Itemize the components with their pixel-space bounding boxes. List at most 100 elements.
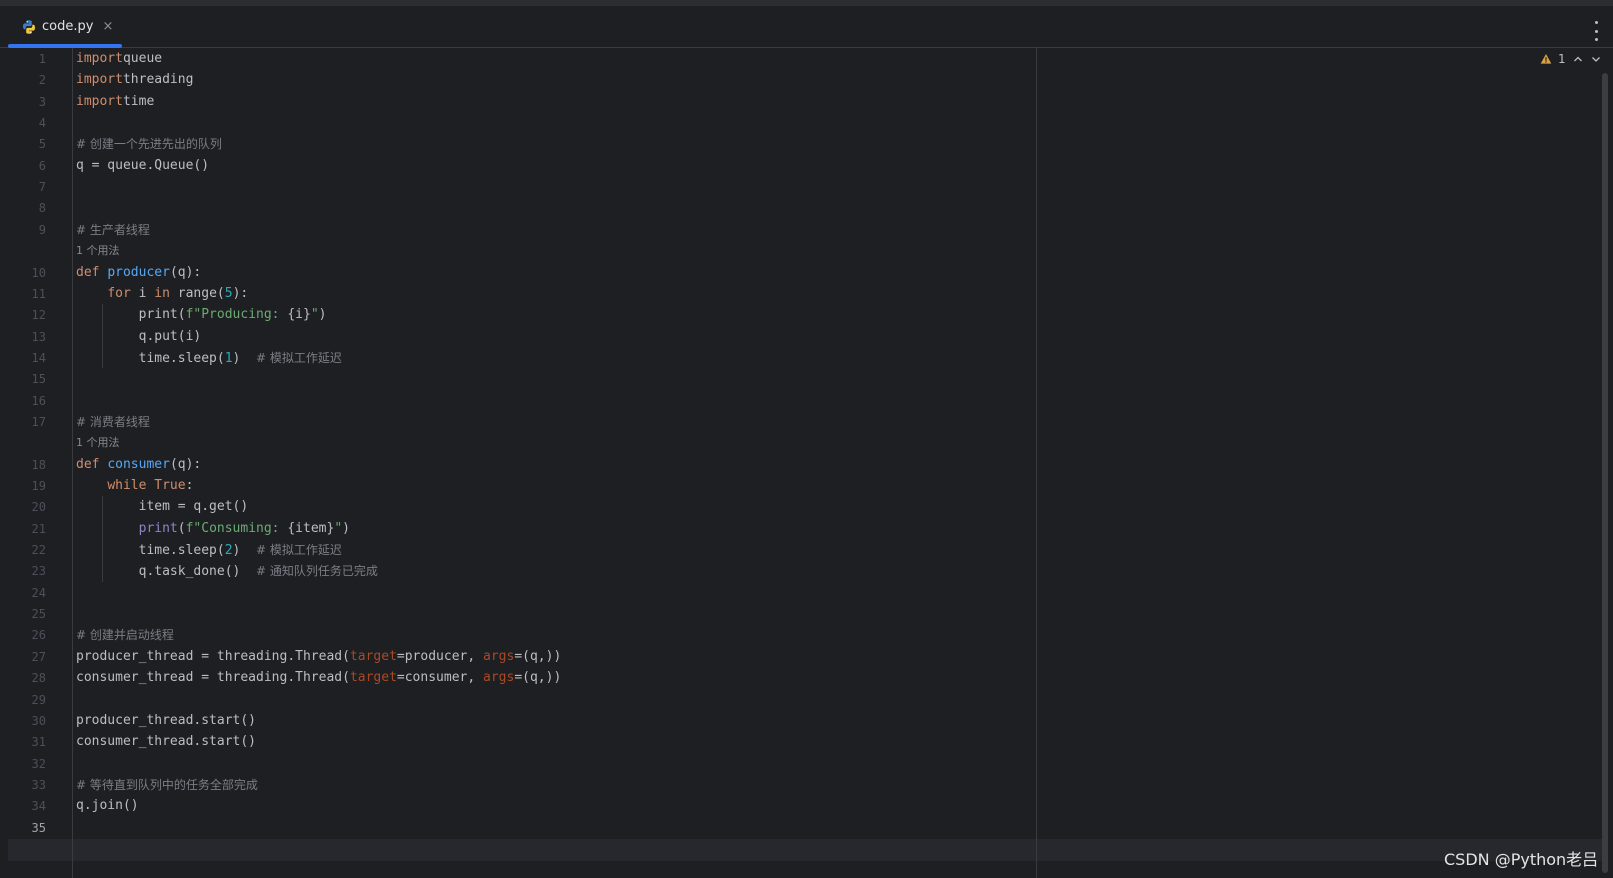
- code-line[interactable]: def producer(q):: [76, 262, 201, 284]
- code-token: args: [483, 670, 515, 686]
- code-line[interactable]: q = queue.Queue(): [76, 155, 209, 177]
- close-icon[interactable]: ×: [102, 19, 113, 34]
- line-number: 28: [31, 671, 46, 686]
- code-token: ): [342, 520, 350, 536]
- code-line[interactable]: importthreading: [76, 69, 193, 91]
- code-token: # 模拟工作延迟: [256, 350, 342, 365]
- code-token: for: [107, 285, 139, 301]
- code-line[interactable]: q.task_done() # 通知队列任务已完成: [76, 560, 378, 583]
- code-token: =(q,)): [514, 670, 562, 686]
- code-line[interactable]: producer_thread = threading.Thread(targe…: [76, 646, 561, 668]
- code-token: ": [334, 520, 343, 536]
- code-token: # 创建并启动线程: [76, 628, 174, 643]
- code-token: producer_thread.start(): [76, 712, 257, 728]
- code-token: while True: [107, 478, 186, 493]
- code-line[interactable]: # 创建一个先进先出的队列: [76, 133, 222, 156]
- code-token: =producer,: [396, 648, 483, 664]
- python-icon: [23, 19, 35, 34]
- code-token: f"Producing:: [185, 307, 288, 323]
- code-line[interactable]: print(f"Consuming: {item}"): [76, 518, 350, 540]
- line-number: 17: [31, 414, 46, 429]
- code-token: print: [138, 520, 178, 536]
- code-token: args: [483, 648, 515, 664]
- code-line[interactable]: # 消费者线程: [76, 411, 150, 434]
- code-token: print(: [76, 307, 186, 323]
- line-number: 18: [31, 457, 46, 472]
- code-line[interactable]: time.sleep(1) # 模拟工作延迟: [76, 347, 342, 370]
- line-number: 13: [31, 329, 46, 344]
- code-token: 5: [224, 285, 233, 301]
- code-token: ): [318, 307, 327, 323]
- code-line[interactable]: consumer_thread.start(): [76, 731, 256, 753]
- line-number: 7: [38, 180, 46, 195]
- inspection-widget[interactable]: 1: [1540, 52, 1602, 66]
- code-token: # 通知队列任务已完成: [256, 564, 378, 579]
- code-line[interactable]: q.put(i): [76, 326, 202, 348]
- line-number: 30: [31, 713, 46, 728]
- code-token: consumer_thread = threading.Thread(: [76, 670, 350, 686]
- line-number: 19: [31, 479, 46, 493]
- warning-icon: [1540, 54, 1552, 64]
- code-token: target: [349, 648, 397, 664]
- code-token: queue: [122, 51, 163, 66]
- code-token: =(q,)): [514, 648, 562, 664]
- code-token: import: [76, 51, 123, 66]
- line-number: 25: [31, 607, 46, 622]
- code-token: ": [310, 307, 319, 323]
- code-line[interactable]: for i in range(5):: [76, 283, 248, 305]
- line-number: 32: [31, 756, 46, 771]
- code-token: ): [232, 543, 257, 559]
- indent-guide: [102, 496, 103, 582]
- code-token: q.put(i): [76, 328, 202, 344]
- line-number: 16: [31, 393, 46, 408]
- code-line[interactable]: # 生产者线程: [76, 219, 150, 242]
- line-number-gutter: 1 2 3 4 5 6 7 8 9 10 11 12 13 14 15 16 17 18 19 20 21 22 23 24 2…: [8, 48, 73, 878]
- warning-count: 1: [1558, 52, 1566, 66]
- code-line[interactable]: print(f"Producing: {i}"): [76, 304, 327, 326]
- code-line[interactable]: importqueue: [76, 48, 162, 70]
- line-number: 14: [31, 350, 46, 365]
- line-number: 33: [31, 777, 46, 792]
- code-token: consumer_thread.start(): [76, 734, 257, 750]
- code-line[interactable]: # 等待直到队列中的任务全部完成: [76, 774, 258, 797]
- line-number: 35: [31, 820, 46, 835]
- line-number: 34: [31, 799, 46, 814]
- vertical-scrollbar[interactable]: [1602, 73, 1608, 873]
- next-highlight-icon[interactable]: [1590, 53, 1602, 65]
- line-number: 10: [31, 265, 46, 280]
- code-token: # 模拟工作延迟: [256, 543, 342, 558]
- code-token: import: [76, 93, 123, 109]
- code-line[interactable]: importtime: [76, 91, 154, 113]
- code-line[interactable]: time.sleep(2) # 模拟工作延迟: [76, 539, 342, 562]
- code-line[interactable]: while True:: [76, 475, 193, 497]
- code-line[interactable]: producer_thread.start(): [76, 710, 256, 732]
- line-number: 12: [31, 308, 46, 323]
- code-token: 2: [224, 543, 233, 559]
- code-line[interactable]: consumer_thread = threading.Thread(targe…: [76, 667, 561, 689]
- code-token: threading: [122, 72, 194, 88]
- code-token: producer: [107, 264, 170, 280]
- code-token: q.join(): [76, 798, 139, 814]
- tab-code-py[interactable]: code.py ×: [8, 6, 122, 48]
- code-line[interactable]: # 创建并启动线程: [76, 624, 174, 647]
- line-number: 26: [31, 628, 46, 643]
- previous-highlight-icon[interactable]: [1572, 53, 1584, 65]
- usage-hint[interactable]: 1 个用法: [76, 432, 120, 454]
- line-number: 20: [31, 500, 46, 515]
- code-token: q.task_done(): [76, 564, 257, 580]
- line-number: 11: [31, 286, 46, 301]
- code-token: # 等待直到队列中的任务全部完成: [76, 777, 258, 792]
- code-line[interactable]: def consumer(q):: [76, 454, 201, 476]
- code-token: f"Consuming:: [185, 520, 288, 536]
- more-options-icon[interactable]: [1591, 21, 1601, 41]
- usage-hint[interactable]: 1 个用法: [76, 240, 120, 262]
- code-token: {item}: [287, 520, 335, 536]
- line-number: 24: [31, 585, 46, 600]
- code-editor[interactable]: importqueue importthreading importtime # 创建…: [73, 48, 1613, 878]
- code-line[interactable]: q.join(): [76, 795, 139, 817]
- code-token: i: [138, 285, 155, 301]
- indent-guide: [102, 304, 103, 369]
